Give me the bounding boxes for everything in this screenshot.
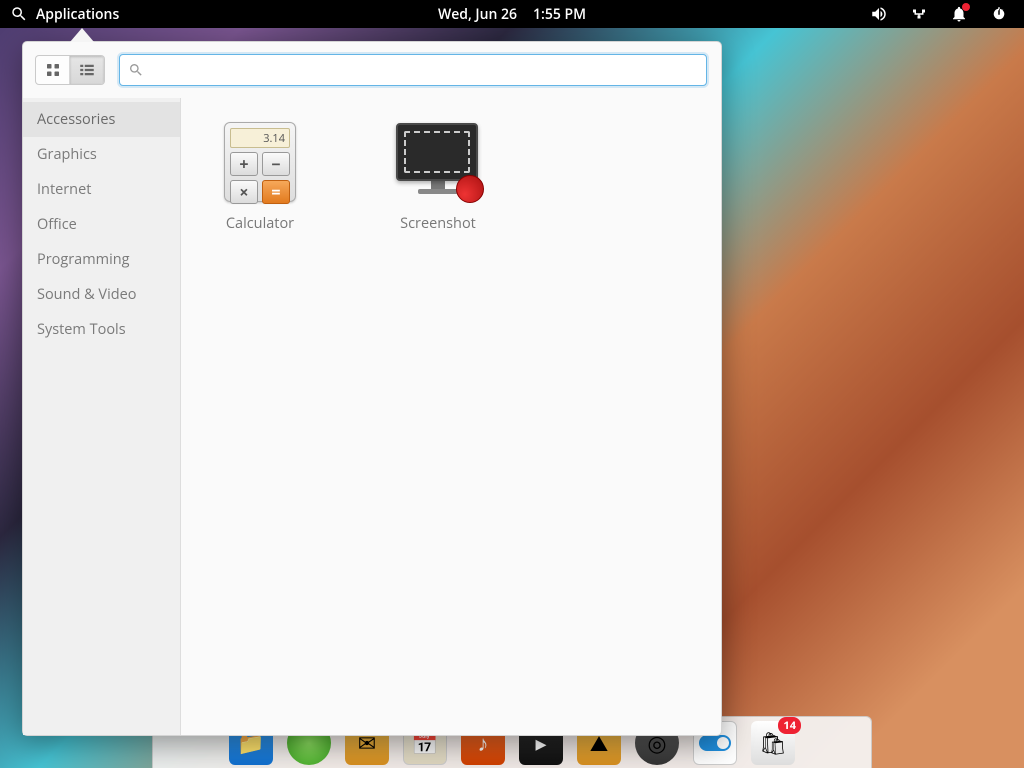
dock-appcenter[interactable]: 🛍14 xyxy=(751,721,795,765)
search-icon xyxy=(128,62,144,78)
view-switcher xyxy=(35,55,105,85)
sidebar-item-graphics[interactable]: Graphics xyxy=(23,137,180,172)
network-icon[interactable] xyxy=(910,5,928,23)
panel-date[interactable]: Wed, Jun 26 xyxy=(438,5,517,24)
sidebar-item-office[interactable]: Office xyxy=(23,207,180,242)
sidebar-item-accessories[interactable]: Accessories xyxy=(23,102,180,137)
update-badge: 14 xyxy=(778,717,801,734)
menu-pointer-icon xyxy=(70,28,94,42)
top-panel: Applications Wed, Jun 26 1:55 PM xyxy=(0,0,1024,28)
view-list-button[interactable] xyxy=(70,56,104,84)
view-grid-button[interactable] xyxy=(36,56,70,84)
screenshot-icon xyxy=(396,120,480,204)
menu-toolbar xyxy=(23,42,721,98)
applications-menu: Accessories Graphics Internet Office Pro… xyxy=(22,41,722,736)
power-icon[interactable] xyxy=(990,5,1008,23)
sidebar-item-programming[interactable]: Programming xyxy=(23,242,180,277)
sidebar-item-internet[interactable]: Internet xyxy=(23,172,180,207)
calculator-icon-display: 3.14 xyxy=(230,128,290,148)
app-screenshot[interactable]: Screenshot xyxy=(373,120,503,233)
notification-dot-icon xyxy=(962,3,970,11)
volume-icon[interactable] xyxy=(870,5,888,23)
calculator-icon: 3.14 +− ×= xyxy=(218,120,302,204)
sidebar-item-sound-video[interactable]: Sound & Video xyxy=(23,277,180,312)
category-sidebar: Accessories Graphics Internet Office Pro… xyxy=(23,98,181,735)
search-icon[interactable] xyxy=(10,5,28,23)
notifications-icon[interactable] xyxy=(950,5,968,23)
app-label: Screenshot xyxy=(400,214,476,233)
app-grid: 3.14 +− ×= Calculator xyxy=(181,98,721,735)
sidebar-item-system-tools[interactable]: System Tools xyxy=(23,312,180,347)
applications-menu-button[interactable]: Applications xyxy=(36,5,119,24)
search-input[interactable] xyxy=(150,62,698,78)
app-calculator[interactable]: 3.14 +− ×= Calculator xyxy=(195,120,325,233)
panel-time[interactable]: 1:55 PM xyxy=(533,5,586,24)
search-field[interactable] xyxy=(119,54,707,86)
app-label: Calculator xyxy=(226,214,294,233)
